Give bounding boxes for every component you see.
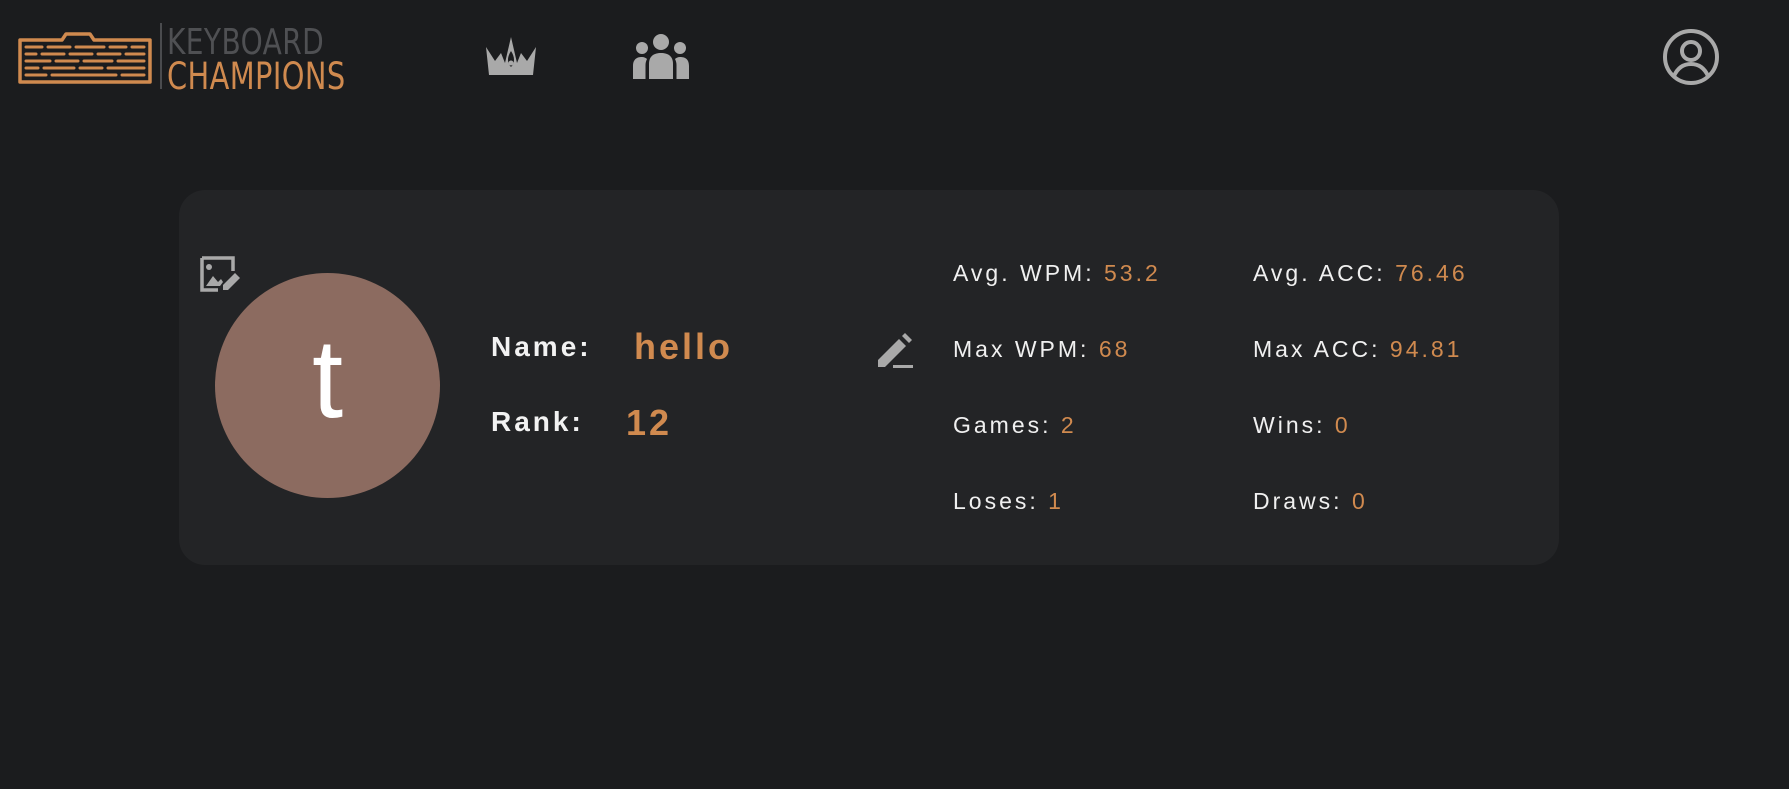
profile-card: t Name: hello Rank: 12 Avg. WPM: 53.2 Av…: [179, 190, 1559, 565]
stat-value: 68: [1098, 336, 1131, 362]
stat-label: Max WPM:: [953, 336, 1090, 362]
friends-icon: [633, 34, 689, 79]
stat-avg-wpm: Avg. WPM: 53.2: [953, 260, 1161, 287]
rank-label: Rank:: [491, 406, 584, 437]
stat-value: 94.81: [1389, 336, 1463, 362]
edit-avatar-button[interactable]: [199, 254, 241, 294]
stat-value: 1: [1048, 488, 1064, 514]
stat-value: 2: [1060, 412, 1077, 438]
name-value: hello: [634, 326, 734, 367]
edit-name-button[interactable]: [875, 330, 915, 370]
stat-wins: Wins: 0: [1253, 412, 1351, 439]
account-button[interactable]: [1660, 26, 1722, 88]
stat-avg-acc: Avg. ACC: 76.46: [1253, 260, 1468, 287]
nav-friends-button[interactable]: [631, 30, 691, 82]
brand-name-line2: CHAMPIONS: [167, 55, 346, 98]
stat-value: 53.2: [1104, 260, 1161, 286]
stat-max-acc: Max ACC: 94.81: [1253, 336, 1462, 363]
crown-icon: [486, 37, 536, 75]
edit-image-icon: [200, 256, 240, 292]
nav-leaderboard-button[interactable]: [481, 30, 541, 82]
stat-label: Avg. WPM:: [953, 260, 1095, 286]
stat-games: Games: 2: [953, 412, 1077, 439]
stat-label: Wins:: [1253, 412, 1326, 438]
name-label: Name:: [491, 331, 592, 362]
stat-label: Avg. ACC:: [1253, 260, 1386, 286]
stat-value: 0: [1351, 488, 1368, 514]
rank-value: 12: [626, 402, 673, 443]
pencil-icon: [878, 333, 913, 368]
account-circle-icon: [1663, 29, 1719, 85]
stat-label: Draws:: [1253, 488, 1343, 514]
brand-logo[interactable]: KEYBOARD CHAMPIONS: [16, 22, 396, 98]
stat-loses: Loses: 1: [953, 488, 1064, 515]
stat-max-wpm: Max WPM: 68: [953, 336, 1130, 363]
logo-divider: [160, 23, 162, 89]
stat-draws: Draws: 0: [1253, 488, 1368, 515]
stat-value: 0: [1334, 412, 1351, 438]
stat-label: Games:: [953, 412, 1052, 438]
stat-label: Loses:: [953, 488, 1039, 514]
avatar-initial: t: [311, 315, 344, 441]
stat-value: 76.46: [1395, 260, 1468, 286]
avatar: t: [215, 273, 440, 498]
stat-label: Max ACC:: [1253, 336, 1381, 362]
keyboard-logo-icon: [18, 32, 152, 84]
